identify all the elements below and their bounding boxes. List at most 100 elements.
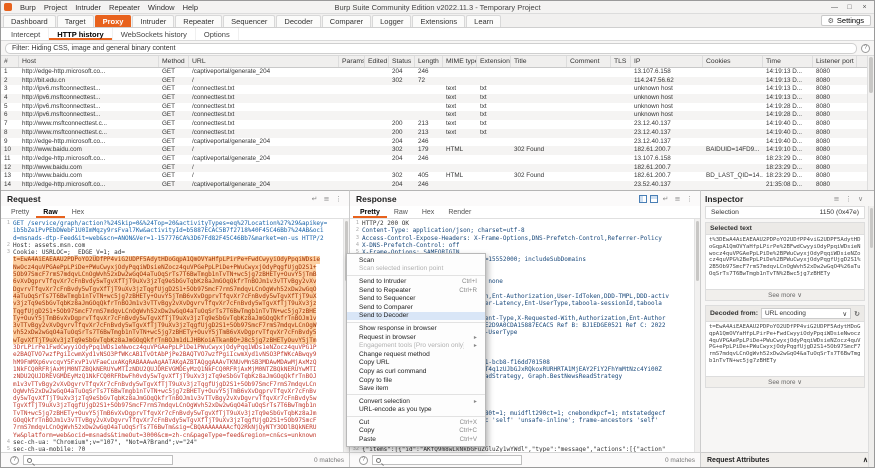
menu-repeater[interactable]: Repeater	[105, 3, 144, 12]
column-header-method[interactable]: Method	[159, 56, 189, 67]
column-header-tls[interactable]: TLS	[611, 56, 631, 67]
request-tab-pretty[interactable]: Pretty	[4, 206, 36, 218]
help-icon[interactable]: ?	[10, 455, 19, 465]
tab-comparer[interactable]: Comparer	[321, 15, 372, 27]
request-tab-raw[interactable]: Raw	[36, 206, 64, 218]
context-menu-item-send-to-repeater[interactable]: Send to Repeater Ctrl+R	[347, 286, 485, 295]
tab-extensions[interactable]: Extensions	[412, 15, 466, 27]
table-row[interactable]: 4 http://ipv6.msftconnecttest... GET/conne…	[1, 94, 874, 103]
more-icon[interactable]: ⋮	[844, 195, 853, 203]
subtab-websockets-history[interactable]: WebSockets history	[113, 28, 196, 40]
context-menu-item-show-response-in-browser[interactable]: Show response in browser	[347, 324, 485, 333]
menu-intruder[interactable]: Intruder	[71, 3, 105, 12]
table-row[interactable]: 3 http://ipv6.msftconnecttest... GET/conne…	[1, 85, 874, 94]
column-header-mime-type[interactable]: MIME type	[443, 56, 477, 67]
tab-decoder[interactable]: Decoder	[276, 15, 321, 27]
table-row[interactable]: 13 http://www.baidu.com GET / 302 405 HTML 302 …	[1, 172, 874, 181]
menu-icon[interactable]: ≡	[322, 195, 331, 203]
table-row[interactable]: 9 http://edge-http.microsoft.co... GET/cap…	[1, 138, 874, 147]
column-header-url[interactable]: URL	[189, 56, 339, 67]
context-menu-item-copy-as-curl-command[interactable]: Copy as curl command	[347, 367, 485, 376]
tab-learn[interactable]: Learn	[466, 15, 502, 27]
context-menu-item-paste[interactable]: Paste Ctrl+V	[347, 435, 485, 444]
context-menu-item-copy[interactable]: Copy Ctrl+C	[347, 427, 485, 436]
layout-horizontal-icon[interactable]	[639, 194, 647, 203]
table-row[interactable]: 11 http://edge-http.microsoft.co... GET/ca…	[1, 155, 874, 164]
table-row[interactable]: 6 http://ipv6.msftconnecttest... GET/conne…	[1, 111, 874, 121]
column-header-listener-port[interactable]: Listener port	[813, 56, 857, 67]
context-menu-item-send-to-decoder[interactable]: Send to Decoder	[347, 311, 485, 321]
column-header-length[interactable]: Length	[415, 56, 443, 67]
column-header-ip[interactable]: IP	[631, 56, 703, 67]
decoded-see-more[interactable]: See more ∨	[705, 377, 865, 388]
decoding-select[interactable]: URL encoding ∨	[760, 308, 852, 319]
response-tab-hex[interactable]: Hex	[415, 206, 441, 218]
column-header-status[interactable]: Status	[389, 56, 415, 67]
request-editor[interactable]: 1 GET /service/graph/action?%24Skip=0&%24…	[1, 219, 349, 452]
column-header-edited[interactable]: Edited	[365, 56, 389, 67]
table-row[interactable]: 2 http://bit.edu.cn GET / 302 72 114.247.56.62…	[1, 76, 874, 86]
more-icon[interactable]: ⋮	[334, 195, 343, 203]
inspector-scrollbar[interactable]	[868, 206, 874, 467]
response-tab-render[interactable]: Render	[441, 206, 478, 218]
context-menu-item-cut[interactable]: Cut Ctrl+X	[347, 418, 485, 427]
context-menu-item-save-item[interactable]: Save item	[347, 384, 485, 393]
response-scrollbar[interactable]	[694, 219, 700, 452]
selected-text-box[interactable]: t%3DEwA4AiEAEAAU2PDPoYO2UDfPP4viG2UDPF5A…	[705, 234, 865, 290]
request-attributes-section[interactable]: Request Attributes ∧	[701, 452, 874, 467]
table-row[interactable]: 1 http://edge-http.microsoft.co... GET/cap…	[1, 68, 874, 77]
column-header-cookies[interactable]: Cookies	[703, 56, 763, 67]
menu-window[interactable]: Window	[144, 3, 179, 12]
column-header-title[interactable]: Title	[511, 56, 567, 67]
tab-dashboard[interactable]: Dashboard	[3, 15, 56, 27]
wrap-icon[interactable]: ↵	[661, 195, 670, 203]
tab-sequencer[interactable]: Sequencer	[223, 15, 276, 27]
tab-target[interactable]: Target	[56, 15, 94, 27]
tab-logger[interactable]: Logger	[372, 15, 412, 27]
table-row[interactable]: 14 http://edge-http.microsoft.co... GET/ca…	[1, 180, 874, 190]
context-menu-item-copy-url[interactable]: Copy URL	[347, 359, 485, 368]
context-menu-item-convert-selection[interactable]: Convert selection ▸	[347, 397, 485, 406]
table-row[interactable]: 8 http://www.msftconnecttest.c... GET/conn…	[1, 128, 874, 138]
response-tab-raw[interactable]: Raw	[387, 206, 415, 218]
maximize-icon[interactable]: □	[843, 2, 856, 12]
minimize-icon[interactable]: —	[828, 2, 841, 12]
menu-project[interactable]: Project	[40, 3, 71, 12]
close-icon[interactable]: ×	[858, 2, 871, 12]
context-menu-item-request-in-browser[interactable]: Request in browser ▸	[347, 333, 485, 342]
context-menu-item-url-encode-as-you-type[interactable]: URL-encode as you type	[347, 406, 485, 415]
settings-button[interactable]: ⚙ Settings	[820, 15, 871, 26]
column-header-params[interactable]: Params	[339, 56, 365, 67]
context-menu-item-send-to-intruder[interactable]: Send to Intruder Ctrl+I	[347, 277, 485, 286]
help-icon[interactable]: ?	[861, 43, 870, 53]
column-header-time[interactable]: Time	[763, 56, 813, 67]
response-tab-pretty[interactable]: Pretty	[353, 206, 387, 218]
menu-icon[interactable]: ≡	[832, 195, 841, 203]
menu-help[interactable]: Help	[179, 3, 202, 12]
more-icon[interactable]: ⋮	[685, 195, 694, 203]
context-menu-item-copy-to-file[interactable]: Copy to file	[347, 376, 485, 385]
context-menu-item-change-request-method[interactable]: Change request method	[347, 350, 485, 359]
wrap-icon[interactable]: ↵	[310, 195, 319, 203]
context-menu-item-scan[interactable]: Scan	[347, 256, 485, 265]
filter-box[interactable]: Filter: Hiding CSS, image and general bi…	[5, 42, 857, 54]
context-menu-item-send-to-comparer[interactable]: Send to Comparer	[347, 303, 485, 312]
collapse-icon[interactable]: ∨	[856, 195, 865, 203]
table-row[interactable]: 10 http://www.baidu.com GET / 302 179 HTML 302 …	[1, 146, 874, 155]
menu-icon[interactable]: ≡	[673, 195, 682, 203]
subtab-http-history[interactable]: HTTP history	[49, 28, 113, 40]
tab-repeater[interactable]: Repeater	[175, 15, 223, 27]
table-scrollbar-thumb[interactable]	[869, 57, 873, 93]
table-row[interactable]: 12 http://www.baidu.com GET / 182.61.200.7 18…	[1, 163, 874, 173]
request-search-input[interactable]	[35, 456, 169, 464]
column-header-[interactable]: #	[1, 56, 19, 67]
refresh-icon[interactable]: ↻	[854, 310, 860, 318]
help-icon[interactable]: ?	[359, 455, 368, 465]
request-tab-hex[interactable]: Hex	[65, 206, 91, 218]
menu-burp[interactable]: Burp	[16, 3, 40, 12]
table-scrollbar[interactable]	[867, 56, 874, 190]
context-menu-item-send-to-sequencer[interactable]: Send to Sequencer	[347, 294, 485, 303]
selected-text-see-more[interactable]: See more ∨	[705, 290, 865, 301]
table-row[interactable]: 7 http://www.msftconnecttest.c... GET/conn…	[1, 120, 874, 129]
response-search-input[interactable]	[384, 456, 518, 464]
